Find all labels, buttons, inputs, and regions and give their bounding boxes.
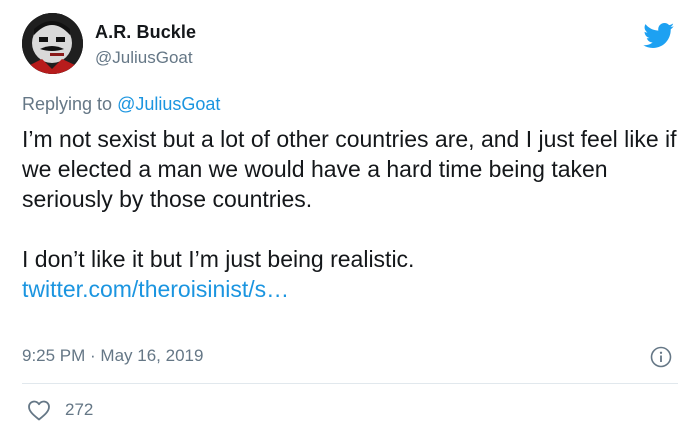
author-handle[interactable]: @JuliusGoat: [95, 48, 193, 68]
author-name[interactable]: A.R. Buckle: [95, 22, 196, 43]
tweet-paragraph: I’m not sexist but a lot of other countr…: [22, 126, 677, 212]
heart-icon[interactable]: [27, 399, 51, 421]
divider: [22, 383, 678, 384]
tweet-timestamp[interactable]: 9:25 PM · May 16, 2019: [22, 346, 203, 366]
tweet-paragraph: I don’t like it but I’m just being reali…: [22, 246, 415, 272]
like-action[interactable]: 272: [27, 399, 93, 421]
reply-mention-link[interactable]: @JuliusGoat: [117, 94, 220, 114]
avatar-image: [22, 13, 83, 74]
twitter-bird-icon[interactable]: [643, 23, 675, 49]
info-icon[interactable]: [650, 346, 672, 368]
avatar[interactable]: [22, 13, 83, 74]
tweet-link[interactable]: twitter.com/theroisinist/s…: [22, 276, 289, 302]
tweet-card: A.R. Buckle @JuliusGoat Replying to @Jul…: [0, 0, 700, 439]
tweet-text: I’m not sexist but a lot of other countr…: [22, 124, 682, 304]
like-count: 272: [65, 400, 94, 419]
reply-context: Replying to @JuliusGoat: [22, 94, 220, 115]
reply-prefix: Replying to: [22, 94, 113, 114]
